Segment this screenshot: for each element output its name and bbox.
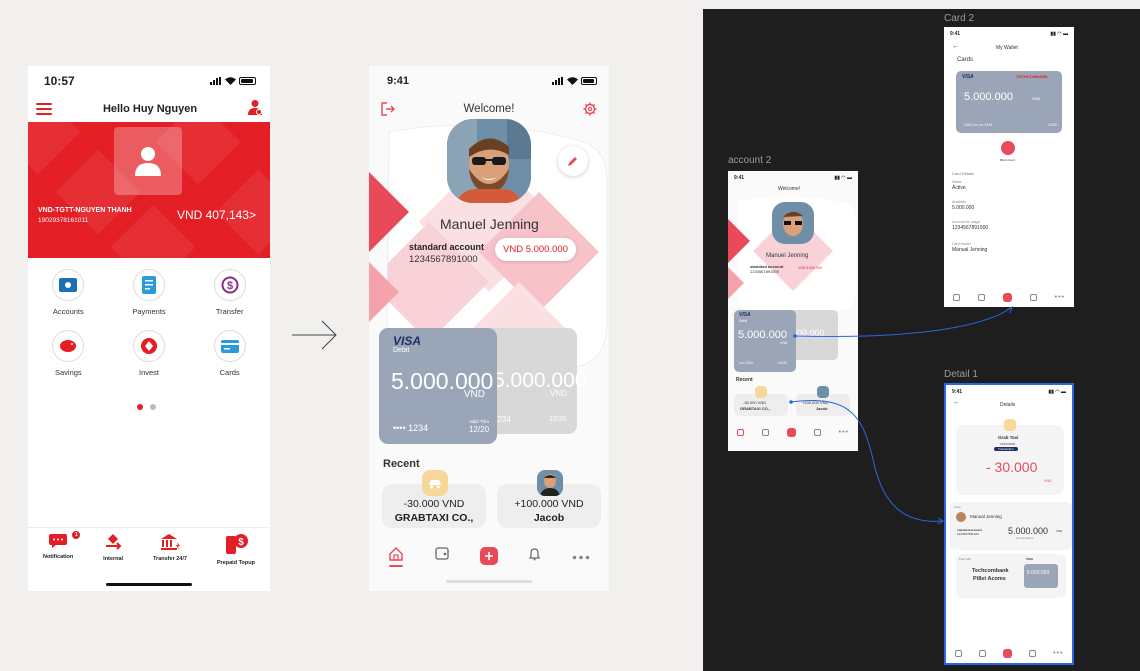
card-last4: •••• 1234	[393, 423, 429, 433]
welcome-title: Welcome!	[463, 103, 515, 115]
flow-arrow-icon	[292, 320, 337, 350]
bottom-label: Notification	[42, 554, 74, 560]
settings-gear-icon[interactable]	[583, 102, 597, 116]
bottom-label: Transfer 24/7	[153, 556, 187, 562]
account-type: standard account	[409, 242, 485, 252]
bank-building-icon	[160, 534, 180, 550]
profile-name: Manuel Jenning	[440, 216, 539, 232]
tab-add[interactable]	[479, 547, 498, 565]
menu-invest[interactable]: Invest	[109, 330, 190, 377]
wallet-icon	[52, 269, 85, 301]
phone-home-screen: 10:57 Hello Huy Nguyen VND-TGTT-NGUYEN T…	[28, 66, 270, 591]
bottom-label: Prepaid Topup	[216, 560, 255, 566]
profile-photo[interactable]	[447, 119, 531, 203]
bottom-label: Internal	[103, 556, 124, 562]
menu-cards[interactable]: Cards	[189, 330, 270, 377]
signal-wifi-battery-icon	[210, 77, 256, 85]
plus-icon	[479, 547, 498, 565]
svg-text:$: $	[238, 537, 244, 548]
pencil-icon	[568, 157, 577, 166]
bottom-toolbar: 1 Notification Internal Transfer 24/7 $ …	[28, 527, 270, 577]
recent-heading: Recent	[383, 458, 420, 470]
menu-payments[interactable]: Payments	[109, 269, 190, 316]
card-valid-date: 12/20	[469, 425, 490, 434]
visa-logo: VISA	[393, 334, 422, 348]
phone-welcome-screen: 9:41 Welcome! Manuel Jenning standard ac…	[369, 66, 609, 591]
home-indicator	[446, 580, 532, 583]
menu-savings[interactable]: Savings	[28, 330, 109, 377]
home-icon	[389, 546, 403, 561]
card-valid-label: Valid Thru	[469, 419, 490, 424]
notification-badge: 1	[71, 530, 82, 540]
wallet-icon	[434, 547, 449, 560]
recent-transaction[interactable]: -30.000 VND GRABTAXI CO.,	[382, 470, 486, 528]
transfer-icon: $	[213, 269, 246, 301]
svg-text:$: $	[227, 280, 233, 292]
status-time: 10:57	[44, 74, 75, 88]
debit-card[interactable]: VISA Debit 5.000.000 VND •••• 1234 Valid…	[379, 328, 497, 444]
card-amount: 5.000.000	[493, 369, 587, 392]
tab-home[interactable]	[388, 546, 404, 567]
menu-label: Invest	[138, 368, 159, 377]
tab-more[interactable]	[572, 547, 590, 565]
piggy-bank-icon	[52, 330, 85, 362]
account-name: VND-TGTT-NGUYEN THANH	[38, 207, 132, 214]
hamburger-menu-icon[interactable]	[36, 103, 52, 115]
menu-label: Cards	[219, 368, 240, 377]
avatar[interactable]	[114, 127, 182, 195]
greeting-title: Hello Huy Nguyen	[102, 103, 198, 115]
account-banner[interactable]: VND-TGTT-NGUYEN THANH 19029378161011 VND…	[28, 122, 270, 258]
menu-label: Payments	[132, 307, 166, 316]
menu-transfer[interactable]: $ Transfer	[189, 269, 270, 316]
card-icon	[213, 330, 246, 362]
tab-notifications[interactable]	[528, 547, 541, 566]
chevron-right-icon: >	[248, 208, 256, 222]
menu-label: Accounts	[52, 307, 84, 316]
card-currency: VND	[463, 389, 485, 400]
card-type: Debit	[393, 347, 410, 354]
menu-accounts[interactable]: Accounts	[28, 269, 109, 316]
card-currency: VND	[550, 389, 567, 398]
status-bar: 9:41	[369, 66, 609, 96]
more-dots-icon	[572, 555, 590, 560]
bell-icon	[529, 547, 541, 560]
account-number: 19029378161011	[38, 217, 89, 224]
prototype-canvas: Card 2 9:41 ▮▮ ◠ ▬ ← My Wallet Cards VISA…	[703, 9, 1140, 671]
internal-transfer-icon	[106, 534, 122, 550]
phone-topup-icon: $	[225, 534, 248, 554]
notification-button[interactable]: 1 Notification	[42, 530, 82, 577]
transaction-name: Jacob	[533, 512, 565, 524]
prototype-links	[789, 305, 1013, 525]
bottom-tab-bar	[369, 539, 609, 573]
user-profile-icon[interactable]	[248, 99, 262, 120]
edit-profile-button[interactable]	[558, 146, 588, 176]
menu-label: Savings	[54, 368, 82, 377]
chat-icon	[49, 534, 68, 548]
menu-label: Transfer	[215, 307, 244, 316]
status-bar: 10:57	[28, 66, 270, 96]
home-indicator	[106, 583, 192, 586]
signal-wifi-battery-icon	[552, 77, 597, 85]
tab-wallet[interactable]	[434, 546, 450, 566]
feature-grid: Accounts Payments $ Transfer Savings Inv…	[28, 269, 270, 377]
logout-icon[interactable]	[381, 102, 395, 116]
status-time: 9:41	[387, 75, 410, 87]
invest-icon	[132, 330, 165, 362]
recent-transaction[interactable]: +100.000 VND Jacob	[497, 470, 601, 528]
taxi-icon	[422, 470, 448, 496]
account-number: 1234567891000	[409, 254, 478, 265]
internal-button[interactable]: Internal	[103, 534, 123, 577]
balance-pill[interactable]: VND 5.000.000	[495, 238, 576, 261]
transfer-247-button[interactable]: Transfer 24/7	[153, 534, 187, 577]
bill-icon	[132, 269, 165, 301]
transaction-name: GRABTAXI CO.,	[394, 512, 474, 524]
account-balance: VND 407,143>	[176, 208, 256, 222]
transaction-value: -30.000 VND	[403, 498, 465, 510]
transaction-value: +100.000 VND	[514, 498, 584, 510]
top-nav: Hello Huy Nguyen	[28, 96, 270, 122]
page-indicator[interactable]	[137, 404, 156, 410]
prepaid-topup-button[interactable]: $ Prepaid Topup	[217, 534, 255, 577]
contact-avatar	[537, 470, 563, 496]
card-date: 12/20	[549, 416, 567, 423]
